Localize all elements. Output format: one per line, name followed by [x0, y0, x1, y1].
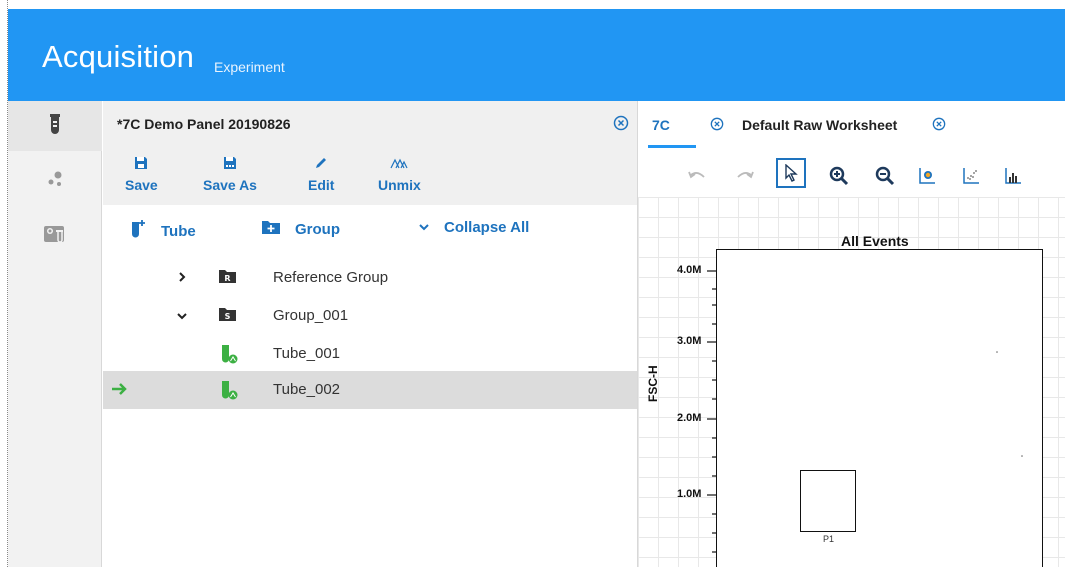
- svg-text:R: R: [224, 274, 230, 283]
- app-subtitle: Experiment: [214, 59, 285, 75]
- chevron-down-icon: [418, 219, 430, 236]
- tree-row-tube-001[interactable]: Tube_001: [103, 335, 637, 373]
- app-title: Acquisition: [42, 39, 195, 74]
- tab-default-raw-worksheet[interactable]: Default Raw Worksheet: [742, 117, 897, 133]
- cells-icon: [45, 170, 65, 192]
- tree-label: Reference Group: [273, 269, 389, 286]
- scatter-points: [996, 351, 1023, 457]
- y-axis: [705, 249, 717, 567]
- add-tube-icon: [131, 219, 147, 243]
- gate-p1[interactable]: [800, 470, 856, 532]
- zoom-in-icon[interactable]: [826, 163, 852, 189]
- worksheet-tabs: 7C Default Raw Worksheet: [638, 101, 1065, 149]
- redo-icon[interactable]: [732, 163, 758, 189]
- tree-row-group-001[interactable]: S Group_001: [103, 297, 637, 335]
- edit-label: Edit: [308, 177, 335, 193]
- zoom-out-icon[interactable]: [872, 163, 898, 189]
- save-as-label: Save As: [203, 177, 257, 193]
- y-tick-label: 3.0M: [677, 335, 702, 347]
- plot-title: All Events: [841, 233, 909, 249]
- tube-label: Tube: [161, 222, 196, 240]
- collapse-all-button[interactable]: Collapse All: [418, 219, 529, 236]
- y-tick-label: 4.0M: [677, 264, 702, 276]
- group-label: Group: [295, 220, 340, 238]
- y-tick-label: 2.0M: [677, 412, 702, 424]
- save-icon: [125, 153, 158, 173]
- tube-icon: [221, 380, 239, 404]
- reference-folder-icon: R: [219, 268, 237, 288]
- active-tab-indicator: [648, 145, 696, 148]
- close-tab-icon[interactable]: [710, 116, 724, 135]
- unmix-icon: [378, 153, 421, 173]
- tube-icon: [221, 344, 239, 368]
- y-axis-label: FSC-H: [646, 365, 660, 402]
- experiment-toolbar: Save Save As Edit Unmix: [103, 149, 637, 205]
- save-as-icon: [203, 153, 257, 173]
- tree-row-reference-group[interactable]: R Reference Group: [103, 259, 637, 297]
- density-plot-icon[interactable]: [914, 163, 940, 189]
- instrument-icon: [44, 224, 66, 248]
- pointer-icon[interactable]: [776, 158, 806, 188]
- nav-rail: [8, 101, 102, 567]
- app-header: Acquisition Experiment: [8, 9, 1065, 101]
- histogram-icon[interactable]: [1000, 163, 1026, 189]
- add-tube-button[interactable]: Tube: [131, 219, 196, 243]
- chevron-down-icon[interactable]: [176, 308, 188, 325]
- unmix-button[interactable]: Unmix: [378, 153, 421, 193]
- close-tab-icon[interactable]: [932, 116, 946, 135]
- experiment-title: *7C Demo Panel 20190826: [117, 116, 291, 132]
- save-button[interactable]: Save: [125, 153, 158, 193]
- tree-label: Tube_002: [273, 381, 341, 398]
- sample-folder-icon: S: [219, 306, 237, 326]
- current-tube-arrow-icon: [111, 381, 129, 401]
- tree-row-tube-002[interactable]: Tube_002: [103, 371, 637, 409]
- rail-item-acquisition[interactable]: [8, 101, 102, 151]
- tree-label: Tube_001: [273, 345, 341, 362]
- dot-plot-icon[interactable]: [958, 163, 984, 189]
- pencil-icon: [308, 153, 334, 173]
- panel-header: *7C Demo Panel 20190826: [103, 101, 637, 149]
- add-group-button[interactable]: Group: [261, 219, 340, 239]
- experiment-panel: *7C Demo Panel 20190826 Save Save As Edi…: [103, 101, 637, 567]
- rail-item-instrument[interactable]: [8, 211, 102, 261]
- undo-icon[interactable]: [684, 163, 710, 189]
- tree-label: Group_001: [273, 307, 349, 324]
- tab-7c[interactable]: 7C: [652, 117, 670, 133]
- tree-actions: Tube Group Collapse All: [103, 205, 637, 255]
- svg-text:S: S: [225, 312, 231, 321]
- close-experiment-icon[interactable]: [613, 115, 629, 135]
- unmix-label: Unmix: [378, 177, 421, 193]
- dot-plot-area[interactable]: [716, 249, 1043, 567]
- rail-item-cells[interactable]: [8, 156, 102, 206]
- gate-p1-label: P1: [823, 534, 835, 544]
- save-as-button[interactable]: Save As: [203, 153, 257, 193]
- save-label: Save: [125, 177, 158, 193]
- edit-button[interactable]: Edit: [308, 153, 334, 193]
- test-tube-icon: [48, 114, 62, 138]
- collapse-all-label: Collapse All: [444, 219, 530, 236]
- add-group-icon: [261, 219, 281, 239]
- chevron-right-icon[interactable]: [177, 270, 187, 287]
- worksheet-toolbar: [638, 149, 1065, 197]
- y-tick-label: 1.0M: [677, 488, 702, 500]
- y-axis-ticks: [707, 270, 716, 553]
